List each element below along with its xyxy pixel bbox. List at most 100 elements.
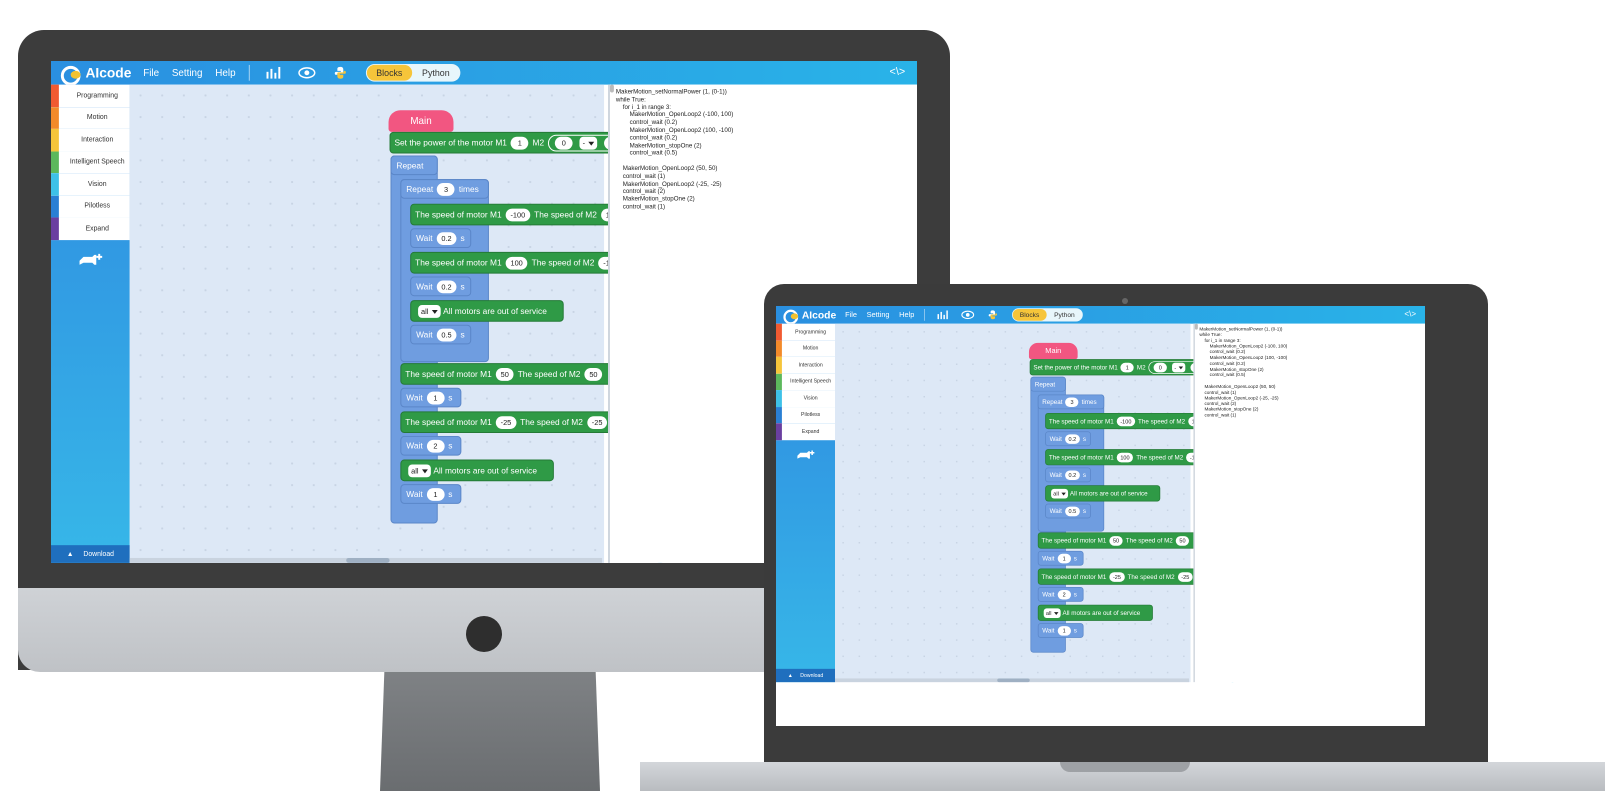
speed-m1-input[interactable]: -100 [505,208,531,221]
sidebar-category[interactable]: Expand [776,423,835,440]
code-scrollbar[interactable] [1194,323,1198,330]
menu-setting[interactable]: Setting [867,311,890,319]
wait-input[interactable]: 0.5 [1064,506,1080,516]
repeat-count-input[interactable]: 3 [437,182,455,196]
python-icon[interactable] [985,309,1000,321]
wait-block[interactable]: Wait 1 s [400,387,462,408]
sidebar-category[interactable]: Expand [51,217,130,240]
main-hat-block[interactable]: Main [1028,342,1078,360]
sidebar-category[interactable]: Interaction [776,356,835,374]
motor-target-dropdown[interactable]: all [1043,608,1061,618]
eye-icon[interactable] [960,309,975,321]
wait-input[interactable]: 1 [1057,553,1071,564]
tab-python[interactable]: Python [1047,309,1082,321]
speed-m2-input[interactable]: -25 [586,415,608,429]
stop-motors-block[interactable]: all All motors are out of service [1045,485,1161,502]
block-workspace[interactable]: Main Set the power of the motor M1 1 M2 … [835,323,1240,683]
scrollbar-thumb[interactable] [346,557,390,563]
wait-input[interactable]: 0.5 [436,328,457,341]
repeat-count-input[interactable]: 3 [1065,397,1079,407]
wait-input[interactable]: 0.2 [1064,470,1080,480]
speed-m1-input[interactable]: 50 [1109,535,1123,546]
add-extension-icon[interactable] [79,252,105,268]
download-button[interactable]: ▲ Download [51,545,130,563]
operator-dropdown[interactable]: - [1172,362,1186,373]
motor-target-dropdown[interactable]: all [418,304,441,318]
chart-icon[interactable] [935,309,950,321]
add-extension-icon[interactable] [797,449,816,461]
wait-block[interactable]: Wait 2 s [400,435,462,456]
python-icon[interactable] [330,65,350,81]
wait-block[interactable]: Wait 0.2 s [1045,431,1091,447]
wait-block[interactable]: Wait 0.5 s [1045,503,1091,519]
main-hat-block[interactable]: Main [388,110,454,132]
speed-m1-input[interactable]: -25 [1109,571,1125,582]
m1-power-input[interactable]: 1 [510,136,529,150]
menu-file[interactable]: File [143,67,159,78]
speed-m2-input[interactable]: 50 [1175,535,1190,546]
wait-input[interactable]: 1 [1057,625,1071,636]
block-workspace[interactable]: Main Set the power of the motor M1 1 M2 … [129,84,670,563]
download-button[interactable]: ▲ Download [776,668,835,683]
wait-block[interactable]: Wait 1 s [1037,550,1084,566]
stop-motors-block[interactable]: all All motors are out of service [1037,604,1153,621]
motor-speed-block[interactable]: The speed of motor M1 -25 The speed of M… [400,411,631,433]
m2-value-a[interactable]: 0 [555,136,573,150]
speed-m2-input[interactable]: -25 [1177,571,1193,582]
wait-input[interactable]: 1 [426,487,445,501]
motor-speed-block[interactable]: The speed of motor M1 50 The speed of M2… [400,363,627,385]
motor-target-dropdown[interactable]: all [408,463,431,477]
m2-value-a[interactable]: 0 [1153,362,1167,373]
chart-icon[interactable] [263,65,283,81]
wait-input[interactable]: 2 [426,439,445,453]
stop-motors-block[interactable]: all All motors are out of service [410,300,564,322]
sidebar-category[interactable]: Intelligent Speech [51,151,130,174]
sidebar-category[interactable]: Intelligent Speech [776,373,835,391]
operator-dropdown[interactable]: - [579,136,597,150]
tab-python[interactable]: Python [412,65,459,81]
speed-m1-input[interactable]: 100 [1116,452,1134,462]
speed-m1-input[interactable]: 50 [495,367,514,381]
wait-block[interactable]: Wait 1 s [400,484,462,504]
wait-input[interactable]: 0.2 [436,279,457,293]
speed-m1-input[interactable]: -25 [495,415,517,429]
eye-icon[interactable] [297,65,317,81]
scrollbar-thumb[interactable] [997,678,1030,683]
wait-block[interactable]: Wait 1 s [1037,623,1084,638]
wait-block[interactable]: Wait 0.2 s [410,228,472,248]
wait-block[interactable]: Wait 2 s [1037,586,1084,602]
stop-motors-block[interactable]: all All motors are out of service [400,459,554,482]
sidebar-category[interactable]: Programming [51,84,130,107]
motor-speed-block[interactable]: The speed of motor M1 -25 The speed of M… [1037,568,1211,585]
code-panel-toggle[interactable]: <\> [890,66,906,78]
wait-input[interactable]: 1 [426,391,445,404]
sidebar-category[interactable]: Motion [776,340,835,357]
wait-input[interactable]: 0.2 [1064,433,1080,444]
code-scrollbar[interactable] [609,84,614,93]
wait-input[interactable]: 2 [1057,589,1071,600]
m1-power-input[interactable]: 1 [1120,362,1134,373]
sidebar-category[interactable]: Pilotless [776,406,835,424]
menu-file[interactable]: File [845,311,857,319]
menu-help[interactable]: Help [899,311,914,319]
sidebar-category[interactable]: Pilotless [51,195,130,218]
sidebar-category[interactable]: Vision [776,390,835,407]
wait-block[interactable]: Wait 0.2 s [410,276,472,297]
speed-m1-input[interactable]: 100 [505,256,528,270]
sidebar-category[interactable]: Motion [51,106,130,129]
motor-target-dropdown[interactable]: all [1051,488,1068,499]
code-panel-toggle[interactable]: <\> [1404,310,1416,319]
menu-help[interactable]: Help [215,67,235,78]
speed-m1-input[interactable]: -100 [1116,416,1136,426]
wait-block[interactable]: Wait 0.2 s [1045,467,1091,483]
sidebar-category[interactable]: Programming [776,323,835,341]
sidebar-category[interactable]: Vision [51,173,130,196]
sidebar-category[interactable]: Interaction [51,128,130,152]
wait-block[interactable]: Wait 0.5 s [410,324,472,345]
menu-setting[interactable]: Setting [172,67,203,78]
speed-m2-input[interactable]: 50 [584,367,603,381]
wait-input[interactable]: 0.2 [436,231,457,245]
motor-speed-block[interactable]: The speed of motor M1 50 The speed of M2… [1037,532,1208,549]
tab-blocks[interactable]: Blocks [366,64,413,81]
tab-blocks[interactable]: Blocks [1012,308,1047,321]
